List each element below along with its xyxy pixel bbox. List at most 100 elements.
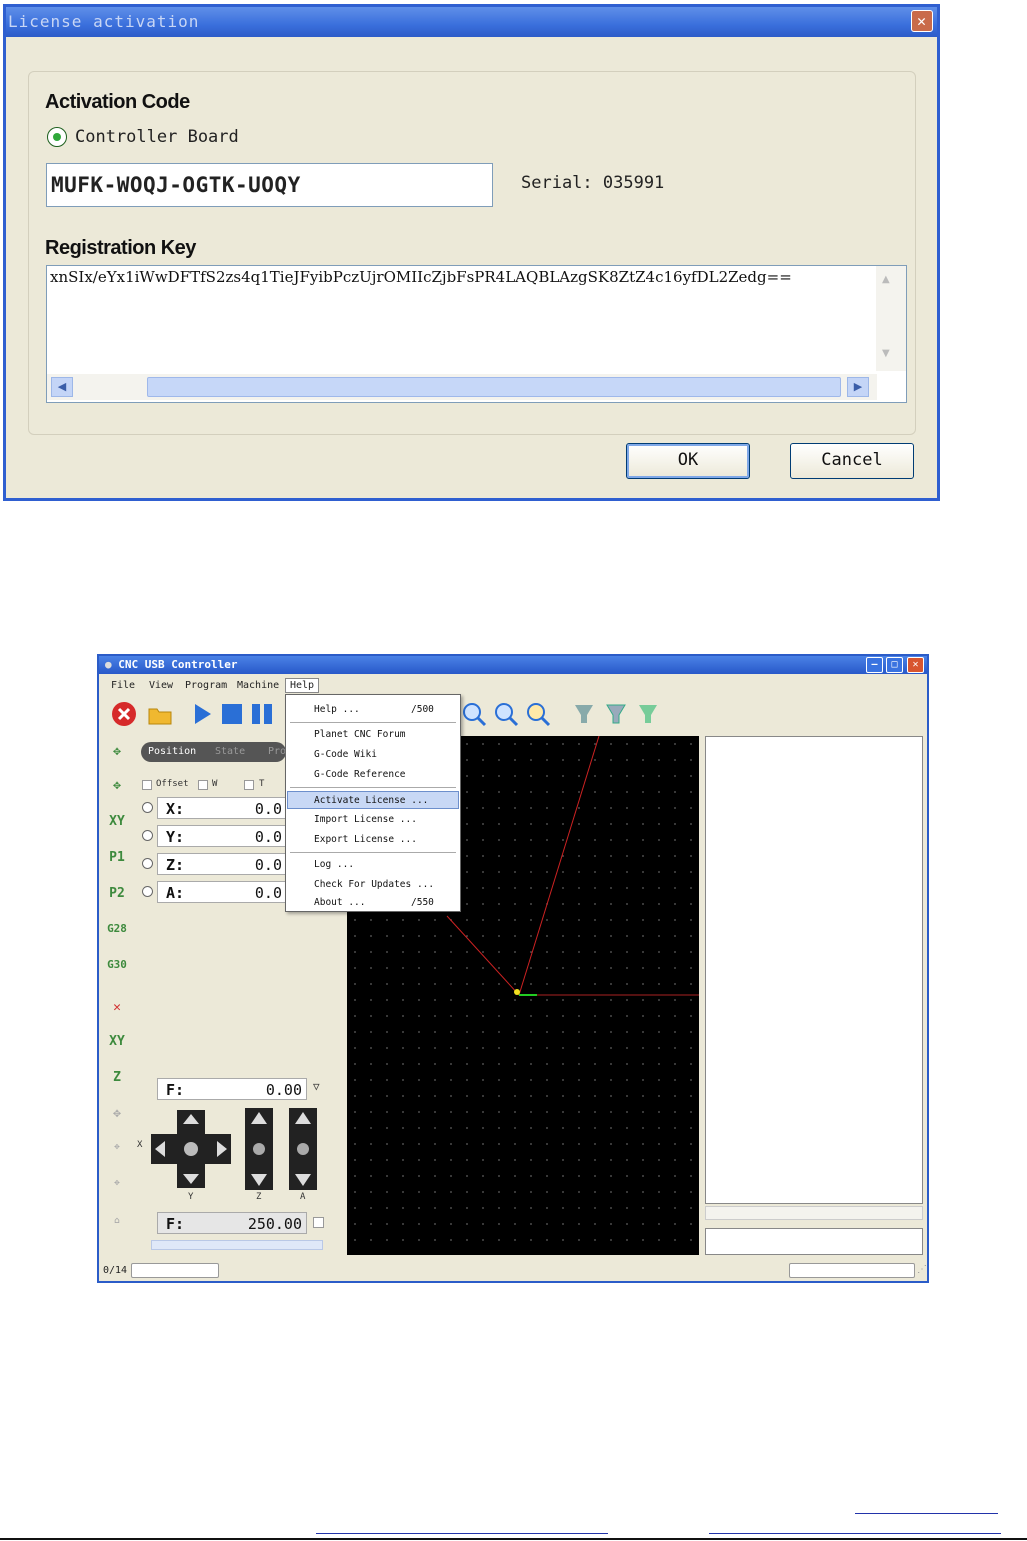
close-icon[interactable]: ✕ [911, 10, 933, 32]
a-radio[interactable] [142, 886, 153, 897]
zoom-out-icon[interactable] [461, 701, 487, 727]
set-xy-button[interactable]: XY [103, 1034, 131, 1060]
registration-key-value: xnSIx/eYx1iWwDFTfS2zs4q1TieJFyibPczUjrOM… [50, 268, 792, 286]
horizontal-scroll-thumb[interactable] [147, 377, 841, 397]
jog-z-label: Z [256, 1192, 262, 1202]
menu-item-gcode-reference[interactable]: G-Code Reference [287, 766, 459, 784]
cancel-button[interactable]: Cancel [790, 443, 914, 479]
home-icon[interactable]: ⌂ [103, 1216, 131, 1242]
set-z-button[interactable]: Z [103, 1070, 131, 1096]
y-coordinate: Y: 0.0 [157, 825, 287, 847]
scroll-left-icon[interactable]: ◀ [51, 377, 73, 397]
open-folder-icon[interactable] [147, 701, 173, 727]
menu-item-check-updates[interactable]: Check For Updates ... [287, 876, 459, 894]
goto-g30-button[interactable]: G30 [103, 958, 131, 984]
maximize-icon[interactable]: □ [886, 657, 903, 673]
z-probe-icon[interactable]: ✥ [103, 1106, 131, 1132]
close-icon[interactable]: ✕ [907, 657, 924, 673]
help-menu: Help .../500 Planet CNC Forum G-Code Wik… [285, 694, 461, 912]
goto-p1-button[interactable]: P1 [103, 850, 131, 876]
menu-separator [290, 787, 456, 788]
goto-p2-button[interactable]: P2 [103, 886, 131, 912]
menu-separator [290, 722, 456, 723]
goto-g28-button[interactable]: G28 [103, 922, 131, 948]
tool-change-icon[interactable] [635, 701, 661, 727]
jog-feed-checkbox[interactable] [313, 1217, 324, 1228]
jog-xy-icon[interactable]: ✥ [103, 744, 131, 770]
tool-change-side-icon[interactable]: ✥ [103, 1178, 131, 1204]
stop-square-icon[interactable] [219, 701, 245, 727]
gcode-panel[interactable] [705, 736, 923, 1204]
vertical-scrollbar[interactable]: ▲ ▼ [876, 266, 906, 371]
clear-icon[interactable]: ✕ [103, 1000, 131, 1026]
gcode-panel-scrollbar[interactable] [705, 1206, 923, 1220]
activation-code-value: MUFK-WOQJ-OGTK-UOQY [51, 173, 301, 197]
z-coordinate: Z: 0.0 [157, 853, 287, 875]
tool-length-icon[interactable]: ✥ [103, 1142, 131, 1168]
horizontal-scrollbar[interactable]: ◀ ▶ [47, 374, 877, 400]
stop-icon[interactable] [111, 701, 137, 727]
offset-checkbox[interactable] [142, 780, 152, 790]
menu-item-export-license[interactable]: Export License ... [287, 831, 459, 849]
tab-state[interactable]: State [215, 746, 245, 757]
menu-item-gcode-wiki[interactable]: G-Code Wiki [287, 746, 459, 764]
menu-view[interactable]: View [149, 680, 173, 691]
cnc-usb-controller-window: ● CNC USB Controller – □ ✕ File View Pro… [97, 654, 929, 1283]
menu-item-about[interactable]: About .../550 [287, 894, 459, 912]
menu-item-import-license[interactable]: Import License ... [287, 811, 459, 829]
cnc-titlebar: ● CNC USB Controller – □ ✕ [99, 656, 927, 674]
pause-icon[interactable] [249, 701, 275, 727]
zoom-fit-icon[interactable] [525, 701, 551, 727]
menubar: File View Program Machine Help [99, 676, 927, 696]
controller-board-radio[interactable] [47, 127, 67, 147]
z-radio[interactable] [142, 858, 153, 869]
menu-help[interactable]: Help [285, 678, 320, 693]
footer-link-underline [709, 1533, 1001, 1534]
menu-file[interactable]: File [111, 680, 135, 691]
y-radio[interactable] [142, 830, 153, 841]
xy-jog-pad[interactable] [149, 1108, 233, 1190]
activation-code-field[interactable]: MUFK-WOQJ-OGTK-UOQY [46, 163, 493, 207]
scroll-up-icon[interactable]: ▲ [882, 274, 890, 285]
w-label: W [212, 779, 218, 789]
page-divider [0, 1538, 1027, 1540]
menu-item-activate-license[interactable]: Activate License ... [287, 791, 459, 809]
resize-grip-icon[interactable]: ⋰ [917, 1264, 927, 1275]
jog-z-icon[interactable]: ✥ [103, 778, 131, 804]
controller-board-label: Controller Board [75, 127, 239, 147]
jog-feed-slider[interactable] [151, 1240, 323, 1250]
w-checkbox[interactable] [198, 780, 208, 790]
mdi-input[interactable] [705, 1228, 923, 1255]
cnc-title: CNC USB Controller [118, 658, 238, 671]
footer-link-underline [855, 1513, 998, 1514]
goto-xy-button[interactable]: XY [103, 814, 131, 840]
feed-dropdown-icon[interactable]: ▽ [313, 1080, 320, 1093]
side-toolbar: ✥ ✥ XY P1 P2 G28 G30 ✕ XY Z ✥ ✥ ✥ ⌂ [101, 738, 133, 1258]
play-icon[interactable] [189, 701, 215, 727]
menu-item-planet-cnc-forum[interactable]: Planet CNC Forum [287, 726, 459, 744]
a-jog-pad[interactable] [289, 1108, 317, 1190]
minimize-icon[interactable]: – [866, 657, 883, 673]
registration-key-label: Registration Key [45, 237, 196, 259]
z-jog-pad[interactable] [245, 1108, 273, 1190]
menu-item-log[interactable]: Log ... [287, 856, 459, 874]
footer-link-underline [316, 1533, 608, 1534]
a-coordinate: A: 0.0 [157, 881, 287, 903]
tool-probe-icon[interactable] [603, 701, 629, 727]
scroll-right-icon[interactable]: ▶ [847, 377, 869, 397]
scroll-down-icon[interactable]: ▼ [882, 348, 890, 359]
status-field [789, 1263, 915, 1278]
feed-display: F: 0.00 [157, 1078, 307, 1100]
tab-program[interactable]: Pro [268, 746, 286, 757]
registration-key-field[interactable]: xnSIx/eYx1iWwDFTfS2zs4q1TieJFyibPczUjrOM… [46, 265, 907, 403]
tab-position[interactable]: Position [148, 746, 196, 757]
zoom-in-icon[interactable] [493, 701, 519, 727]
t-checkbox[interactable] [244, 780, 254, 790]
menu-item-help[interactable]: Help .../500 [287, 701, 459, 719]
menu-program[interactable]: Program [185, 680, 227, 691]
offset-label: Offset [156, 779, 189, 789]
menu-machine[interactable]: Machine [237, 680, 279, 691]
ok-button[interactable]: OK [626, 443, 750, 479]
tool-icon[interactable] [571, 701, 597, 727]
x-radio[interactable] [142, 802, 153, 813]
